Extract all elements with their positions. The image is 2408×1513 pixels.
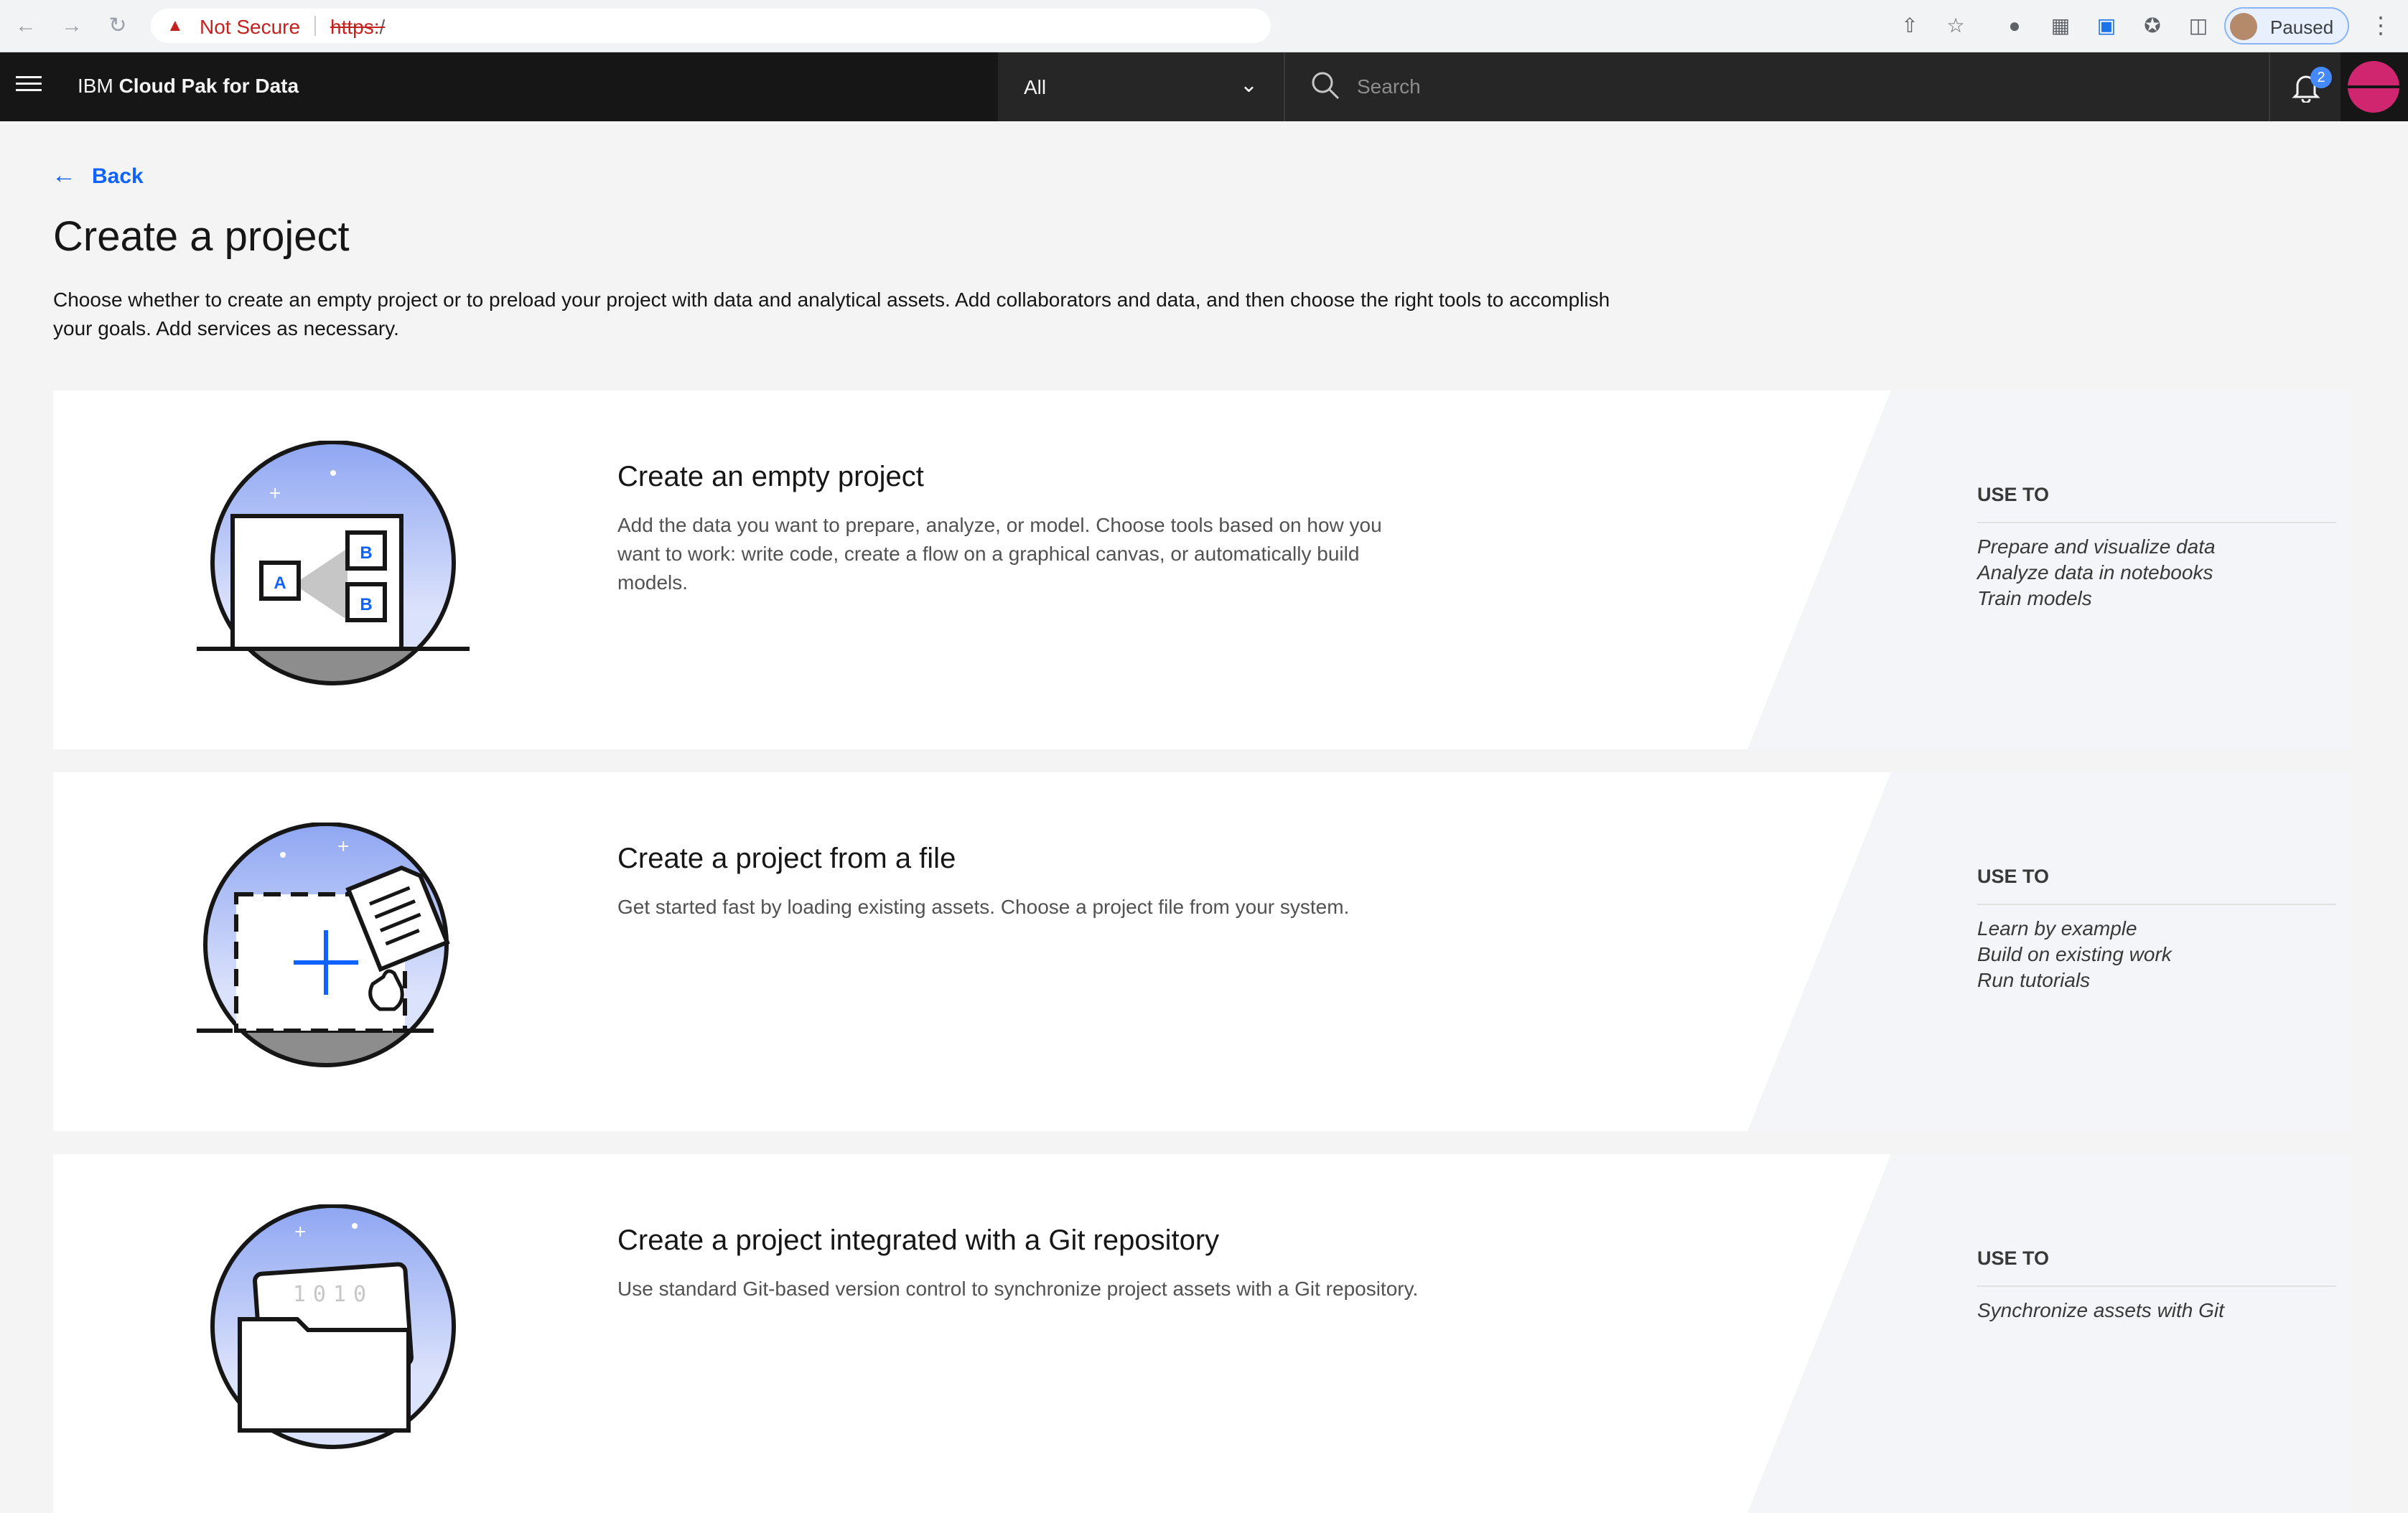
brand-prefix: IBM (78, 75, 113, 97)
profile-avatar (2230, 13, 2257, 40)
url-text[interactable]: https:/ (330, 16, 385, 39)
tile-background-wedge (1747, 1154, 2351, 1513)
scope-value: All (1024, 76, 1047, 98)
browser-menu-icon[interactable]: ⋮ (2369, 11, 2392, 39)
extension-grid-icon[interactable]: ▦ (2048, 13, 2073, 39)
url-scheme: https: (330, 16, 380, 38)
tile-title: Create a project integrated with a Git r… (617, 1224, 1220, 1256)
empty-project-illustration: A B B + (197, 441, 470, 685)
tile-git-project[interactable]: 1010 + Create a project integrated with … (53, 1154, 2351, 1513)
share-icon[interactable]: ⇧ (1897, 13, 1923, 39)
page-title: Create a project (53, 213, 350, 260)
page-description: Choose whether to create an empty projec… (53, 289, 1610, 339)
use-list: Prepare and visualize data Analyze data … (1977, 534, 2216, 612)
svg-text:+: + (337, 838, 350, 856)
back-link[interactable]: ← Back (52, 161, 144, 190)
global-search (1285, 52, 2269, 121)
notifications-button[interactable]: 2 (2269, 52, 2341, 121)
use-item: Prepare and visualize data (1977, 535, 2216, 558)
use-item: Synchronize assets with Git (1977, 1299, 2224, 1321)
tile-project-from-file[interactable]: + Create a project from a file Get start… (53, 772, 2351, 1131)
url-path: / (379, 16, 386, 38)
reload-icon[interactable]: ↻ (105, 13, 131, 39)
security-status[interactable]: Not Secure (200, 16, 300, 39)
use-to-heading: USE TO (1977, 1247, 2336, 1287)
box-b-label: B (360, 543, 372, 563)
arrow-left-icon: ← (52, 161, 76, 189)
search-icon (1312, 72, 1340, 100)
box-a-label: A (274, 573, 286, 593)
extension-presenter-icon[interactable]: ▣ (2094, 13, 2119, 39)
use-item: Run tutorials (1977, 969, 2091, 991)
use-item: Build on existing work (1977, 943, 2172, 965)
app-header: IBM Cloud Pak for Data All ⌄ 2 (0, 52, 2408, 121)
tile-description: Get started fast by loading existing ass… (617, 896, 1350, 918)
profile-status: Paused (2270, 17, 2334, 38)
search-input[interactable] (1357, 70, 2218, 104)
use-to-heading: USE TO (1977, 866, 2336, 905)
tile-empty-project[interactable]: A B B + Create an empty project Add the … (53, 390, 2351, 749)
binary-label: 1010 (293, 1282, 373, 1307)
product-name[interactable]: IBM Cloud Pak for Data (78, 75, 299, 98)
brand-name: Cloud Pak for Data (118, 75, 299, 97)
warning-icon: ▲ (167, 16, 184, 35)
divider (314, 16, 316, 36)
git-repository-illustration: 1010 + (210, 1204, 456, 1449)
svg-text:+: + (269, 484, 281, 502)
back-label: Back (92, 164, 144, 188)
profile-button[interactable]: Paused (2224, 7, 2349, 44)
tile-description: Use standard Git-based version control t… (617, 1278, 1419, 1300)
search-scope-dropdown[interactable]: All ⌄ (998, 52, 1285, 121)
extensions-puzzle-icon[interactable]: ✪ (2139, 13, 2165, 39)
notification-badge: 2 (2310, 67, 2332, 88)
use-to-heading: USE TO (1977, 484, 2336, 523)
use-list: Learn by example Build on existing work … (1977, 916, 2172, 993)
use-list: Synchronize assets with Git (1977, 1298, 2224, 1324)
browser-back-icon[interactable]: ← (13, 13, 39, 39)
chevron-down-icon: ⌄ (1239, 73, 1258, 97)
tile-title: Create a project from a file (617, 843, 956, 874)
use-item: Train models (1977, 587, 2092, 609)
use-item: Learn by example (1977, 917, 2137, 940)
box-b2-label: B (360, 595, 372, 614)
file-import-illustration: + (197, 823, 450, 1067)
bookmark-star-icon[interactable]: ☆ (1943, 13, 1969, 39)
tile-description: Add the data you want to prepare, analyz… (617, 514, 1382, 594)
browser-forward-icon[interactable]: → (59, 13, 85, 39)
extension-chat-icon[interactable]: ● (2002, 13, 2027, 39)
address-bar[interactable]: ▲ Not Secure https:/ (151, 9, 1271, 43)
user-avatar[interactable] (2348, 61, 2399, 113)
use-item: Analyze data in notebooks (1977, 561, 2213, 584)
tile-title: Create an empty project (617, 461, 924, 492)
side-panel-icon[interactable]: ◫ (2185, 13, 2211, 39)
svg-text:+: + (294, 1223, 307, 1241)
browser-toolbar: ← → ↻ ▲ Not Secure https:/ ⇧ ☆ ● ▦ ▣ ✪ ◫… (0, 0, 2408, 52)
hamburger-menu-icon[interactable] (16, 76, 42, 98)
